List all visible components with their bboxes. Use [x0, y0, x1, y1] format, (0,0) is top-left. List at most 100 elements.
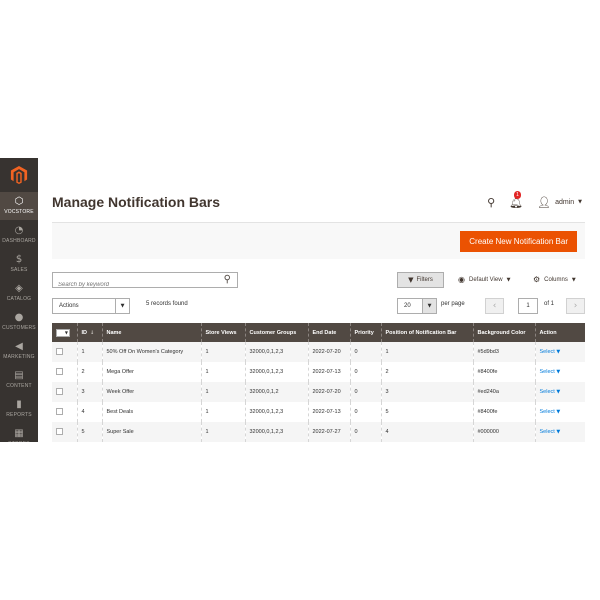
table-row[interactable]: 4 Best Deals 1 32000,0,1,2,3 2022-07-13 0 5 #84… — [52, 402, 585, 422]
select-label: Select — [539, 369, 555, 375]
user-menu[interactable]: 👤︎ admin ▼ — [537, 196, 582, 209]
records-found: 5 records found — [146, 301, 188, 307]
row-checkbox[interactable] — [56, 367, 63, 375]
mass-actions-select[interactable]: Actions ▼ — [52, 298, 130, 314]
column-header-store-views[interactable]: Store Views — [201, 323, 246, 342]
keyword-search: ⚲ — [52, 272, 238, 292]
columns-label: Columns — [544, 276, 568, 283]
notification-count-badge: 1 — [514, 190, 521, 199]
mass-select-header[interactable]: ▼ — [52, 323, 78, 342]
row-action-cell: Select ▼ — [535, 362, 585, 382]
row-select-cell — [52, 382, 78, 402]
cell-customer-groups: 32000,0,1,2 — [245, 382, 309, 402]
cell-priority: 0 — [350, 382, 382, 402]
sidebar-marketing-icon: ◀ — [15, 341, 23, 352]
next-page-button[interactable]: › — [566, 298, 585, 314]
previous-page-button[interactable]: ‹ — [485, 298, 504, 314]
column-header-end-date[interactable]: End Date — [308, 323, 351, 342]
row-action-cell: Select ▼ — [535, 342, 585, 362]
chevron-down-icon: ▼ — [120, 303, 125, 309]
cell-priority: 0 — [350, 342, 382, 362]
per-page-select[interactable]: 20 ▼ — [397, 298, 437, 314]
table-row[interactable]: 2 Mega Offer 1 32000,0,1,2,3 2022-07-13 0 2 #84… — [52, 362, 585, 382]
cell-store-views: 1 — [201, 422, 246, 442]
cell-priority: 0 — [350, 362, 382, 382]
magento-logo-icon[interactable] — [0, 158, 38, 192]
row-checkbox[interactable] — [56, 427, 63, 435]
row-checkbox[interactable] — [56, 387, 63, 395]
chevron-down-icon: ▼ — [571, 276, 576, 283]
row-select-cell — [52, 342, 78, 362]
sidebar-item-content[interactable]: ▤ CONTENT — [0, 366, 38, 394]
sidebar-item-reports[interactable]: ▮ REPORTS — [0, 395, 38, 423]
search-input[interactable] — [53, 278, 213, 292]
select-label: Select — [539, 389, 555, 395]
column-header-position[interactable]: Position of Notification Bar — [381, 323, 474, 342]
cell-name: Week Offer — [102, 382, 202, 402]
row-select-cell — [52, 422, 78, 442]
view-label: Default View — [468, 276, 503, 283]
notifications-bell-icon[interactable]: 🔔︎ 1 — [509, 190, 523, 209]
cell-customer-groups: 32000,0,1,2,3 — [245, 402, 309, 422]
column-header-background-color[interactable]: Background Color — [473, 323, 536, 342]
global-search-icon[interactable]: ⚲ — [487, 196, 495, 209]
row-select-cell — [52, 402, 78, 422]
mass-select-dropdown[interactable]: ▼ — [56, 328, 70, 337]
row-select-action[interactable]: Select ▼ — [540, 389, 561, 395]
cell-end-date: 2022-07-13 — [308, 402, 351, 422]
sidebar-item-catalog[interactable]: ◈ CATALOG — [0, 279, 38, 307]
select-label: Select — [539, 409, 555, 415]
sidebar-item-label: MARKETING — [3, 354, 35, 360]
table-row[interactable]: 5 Super Sale 1 32000,0,1,2,3 2022-07-27 0 4 #00… — [52, 422, 585, 442]
sidebar-item-label: STORES — [8, 441, 30, 442]
cell-position: 5 — [381, 402, 474, 422]
row-select-action[interactable]: Select ▼ — [540, 349, 561, 355]
user-icon: 👤︎ — [537, 195, 552, 209]
column-header-priority[interactable]: Priority — [350, 323, 382, 342]
create-notification-bar-button[interactable]: Create New Notification Bar — [460, 231, 577, 252]
page-count: of 1 — [544, 301, 555, 307]
table-row[interactable]: 1 50% Off On Women's Category 1 32000,0,1,2… — [52, 342, 585, 362]
notification-bars-grid: ▼ ID ↓ Name Store Views Customer Groups E… — [52, 323, 585, 442]
sidebar-item-label: VOCSTORE — [4, 209, 34, 215]
sidebar-catalog-icon: ◈ — [15, 283, 23, 294]
row-checkbox[interactable] — [56, 407, 63, 415]
sidebar-reports-icon: ▮ — [16, 399, 22, 410]
actions-label: Actions — [59, 303, 79, 309]
column-header-name[interactable]: Name — [102, 323, 202, 342]
sidebar-item-dashboard[interactable]: ◔ DASHBOARD — [0, 221, 38, 249]
chevron-down-icon: ▼ — [554, 369, 561, 375]
sidebar-item-vocstore[interactable]: ⬡ VOCSTORE — [0, 192, 38, 220]
cell-end-date: 2022-07-27 — [308, 422, 351, 442]
row-checkbox[interactable] — [56, 347, 63, 355]
eye-icon: ◉ — [458, 275, 465, 284]
sidebar-item-stores[interactable]: ▦ STORES — [0, 424, 38, 443]
cell-customer-groups: 32000,0,1,2,3 — [245, 362, 309, 382]
row-select-action[interactable]: Select ▼ — [540, 409, 561, 415]
cell-name: Mega Offer — [102, 362, 202, 382]
column-header-customer-groups[interactable]: Customer Groups — [245, 323, 309, 342]
page-actions-bar: Create New Notification Bar — [52, 222, 585, 259]
cell-id: 4 — [77, 402, 103, 422]
column-header-id[interactable]: ID ↓ — [77, 323, 103, 342]
user-name: admin — [555, 198, 575, 206]
gear-icon: ⚙ — [533, 275, 541, 284]
sidebar-item-sales[interactable]: $ SALES — [0, 250, 38, 278]
filters-button[interactable]: ▼ Filters — [397, 272, 444, 288]
column-header-action: Action — [535, 323, 585, 342]
sidebar-dashboard-icon: ◔ — [14, 225, 24, 236]
search-icon[interactable]: ⚲ — [224, 274, 231, 285]
default-view-dropdown[interactable]: ◉ Default View ▼ — [458, 275, 510, 284]
columns-dropdown[interactable]: ⚙ Columns ▼ — [533, 275, 576, 284]
current-page-input[interactable]: 1 — [518, 298, 538, 314]
sidebar-item-marketing[interactable]: ◀ MARKETING — [0, 337, 38, 365]
table-row[interactable]: 3 Week Offer 1 32000,0,1,2 2022-07-20 0 3 #ed24… — [52, 382, 585, 402]
row-select-action[interactable]: Select ▼ — [540, 369, 561, 375]
per-page-value: 20 — [404, 303, 411, 309]
cell-id: 3 — [77, 382, 103, 402]
admin-sidebar: ⬡ VOCSTORE ◔ DASHBOARD $ SALES ◈ CATALOG ● CUSTOM… — [0, 158, 38, 442]
sidebar-item-customers[interactable]: ● CUSTOMERS — [0, 308, 38, 336]
sidebar-item-label: DASHBOARD — [2, 238, 36, 244]
cell-background-color: #000000 — [473, 422, 536, 442]
row-select-action[interactable]: Select ▼ — [540, 429, 561, 435]
